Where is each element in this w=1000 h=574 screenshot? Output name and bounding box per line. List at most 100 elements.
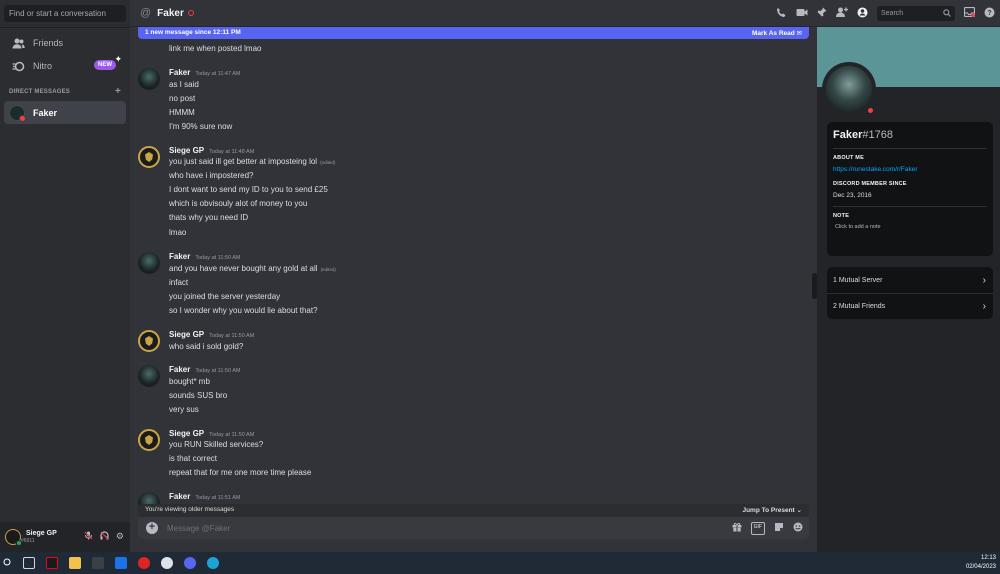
timestamp: Today at 11:50 AM (195, 255, 241, 261)
about-me-heading: ABOUT ME (833, 155, 864, 161)
gif-picker-button[interactable]: GIF (750, 522, 765, 535)
sidebar-item-friends[interactable]: Friends (4, 32, 126, 54)
dm-item-faker[interactable]: Faker (4, 101, 126, 124)
author-name[interactable]: Faker (169, 68, 190, 77)
system-clock[interactable]: 12:13 02/04/2023 (966, 554, 996, 572)
inbox-icon[interactable] (963, 6, 976, 20)
at-icon: @ (140, 7, 152, 19)
store-icon[interactable] (92, 557, 104, 569)
message-header: Siege GP Today at 11:50 AM (169, 330, 254, 339)
older-messages-text: You're viewing older messages (145, 506, 235, 513)
message-area: 1 new message since 12:11 PM Mark As Rea… (130, 27, 817, 552)
new-badge: NEW (94, 60, 116, 70)
jump-to-present-button[interactable]: Jump To Present ⌄ (742, 506, 802, 515)
profile-avatar[interactable] (822, 62, 876, 116)
chrome-icon[interactable] (161, 557, 173, 569)
message-header: Faker Today at 11:47 AM (169, 68, 241, 77)
timestamp: Today at 11:50 AM (209, 432, 255, 438)
add-attachment-icon[interactable]: + (146, 522, 158, 534)
new-messages-bar[interactable]: 1 new message since 12:11 PM Mark As Rea… (138, 27, 809, 39)
message-text: which is obvisouly alot of money to you (169, 199, 308, 208)
mail-icon[interactable] (115, 557, 127, 569)
message-text: you RUN Skilled services? (169, 440, 264, 449)
author-name[interactable]: Faker (169, 252, 190, 261)
profile-discriminator: #1768 (862, 129, 893, 141)
emoji-icon[interactable] (793, 522, 803, 535)
clock-date: 02/04/2023 (965, 564, 996, 570)
netflix-icon[interactable] (46, 557, 58, 569)
timestamp: Today at 11:47 AM (195, 71, 241, 77)
message-text: who have i impostered? (169, 171, 254, 180)
avatar[interactable] (138, 146, 160, 168)
help-icon[interactable]: ? (984, 7, 995, 21)
message-input[interactable]: Message @Faker (167, 524, 230, 533)
avatar[interactable] (138, 365, 160, 387)
timestamp: Today at 11:50 AM (195, 368, 241, 374)
author-name[interactable]: Faker (169, 492, 190, 501)
dm-item-label: Faker (33, 107, 58, 118)
about-me-link[interactable]: https://runestake.com/r/Faker (833, 166, 987, 173)
message-text: HMMM (169, 108, 195, 117)
create-dm-icon[interactable]: + (115, 87, 121, 97)
divider (833, 206, 987, 207)
deafen-icon[interactable] (100, 531, 109, 542)
message-text: so I wonder why you would lie about that… (169, 306, 318, 315)
dnd-status-icon (187, 10, 194, 16)
author-name[interactable]: Siege GP (169, 330, 204, 339)
discord-app: Find or start a conversation Friends Nit… (0, 0, 1000, 552)
opera-icon[interactable] (138, 557, 150, 569)
task-view-icon[interactable] (23, 557, 35, 569)
settings-gear-icon[interactable]: ⚙ (116, 531, 124, 542)
message-text: I dont want to send my ID to you to send… (169, 185, 328, 194)
avatar[interactable] (138, 68, 160, 90)
mutual-friends-label: 2 Mutual Friends (833, 303, 886, 310)
author-name[interactable]: Siege GP (169, 429, 204, 438)
older-messages-bar: You're viewing older messages Jump To Pr… (138, 504, 809, 517)
avatar[interactable] (138, 429, 160, 451)
sticker-icon[interactable] (774, 522, 784, 535)
dnd-status-icon (19, 114, 26, 122)
note-input[interactable]: Click to add a note (833, 224, 987, 230)
pinned-messages-icon[interactable] (817, 7, 827, 20)
channel-title: Faker (157, 7, 184, 19)
avatar[interactable] (138, 330, 160, 352)
sidebar-item-nitro[interactable]: Nitro NEW ✦ (4, 54, 126, 77)
timestamp: Today at 11:48 AM (209, 149, 255, 155)
channel-header: @ Faker Search ? (130, 0, 1000, 27)
file-explorer-icon[interactable] (69, 557, 81, 569)
search-icon (943, 8, 951, 19)
user-profile-toggle-icon[interactable] (857, 7, 868, 21)
mutual-servers-row[interactable]: 1 Mutual Server › (827, 267, 993, 293)
discord-icon[interactable] (184, 557, 196, 569)
mark-as-read-button[interactable]: Mark As Read ✉ (752, 29, 802, 37)
member-since-date: Dec 23, 2016 (833, 192, 872, 199)
user-avatar[interactable] (5, 529, 22, 546)
message-text: I'm 90% sure now (169, 122, 233, 131)
note-heading: NOTE (833, 213, 850, 219)
user-panel-icons: ⚙ (84, 531, 124, 542)
author-name[interactable]: Siege GP (169, 146, 204, 155)
edge-icon[interactable] (207, 557, 219, 569)
search-input[interactable]: Search (877, 6, 955, 21)
gift-icon[interactable] (732, 522, 742, 535)
message-text: is that correct (169, 454, 218, 463)
avatar[interactable] (138, 252, 160, 274)
message-composer[interactable]: + Message @Faker GIF (138, 517, 809, 539)
direct-messages-header: DIRECT MESSAGES + (9, 87, 121, 97)
nitro-label: Nitro (33, 61, 53, 71)
find-conversation-input[interactable]: Find or start a conversation (4, 5, 126, 22)
mute-mic-icon[interactable] (84, 531, 93, 542)
mutual-friends-row[interactable]: 2 Mutual Friends › (827, 293, 993, 319)
chevron-right-icon: › (982, 274, 986, 286)
user-panel: Siege GP #6911 ⚙ (0, 522, 130, 552)
author-name[interactable]: Faker (169, 365, 190, 374)
edited-label: (edited) (320, 160, 336, 165)
add-friends-to-dm-icon[interactable] (836, 7, 848, 20)
video-call-icon[interactable] (796, 8, 808, 20)
message-text: thats why you need ID (169, 213, 249, 222)
timestamp: Today at 11:50 AM (209, 333, 255, 339)
message-text: repeat that for me one more time please (169, 468, 312, 477)
voice-call-icon[interactable] (776, 7, 787, 21)
search-icon[interactable] (3, 554, 12, 572)
mutual-servers-label: 1 Mutual Server (833, 276, 883, 284)
